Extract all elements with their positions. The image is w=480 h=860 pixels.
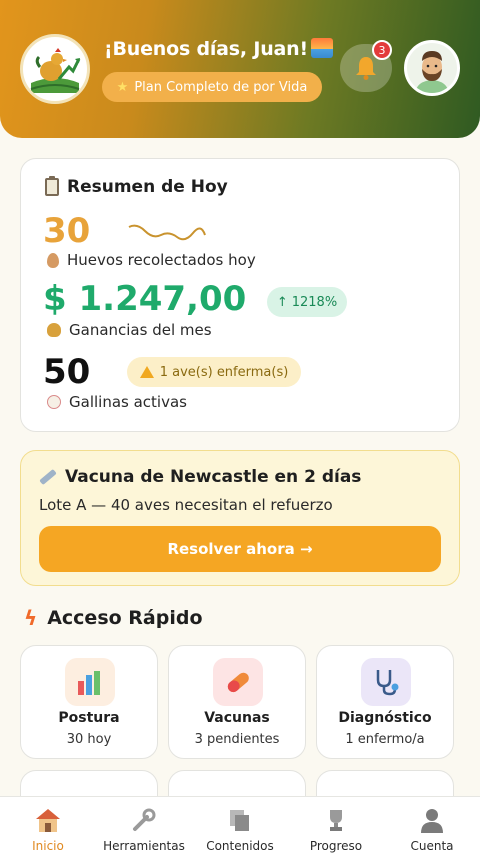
egg-icon (47, 252, 59, 268)
earnings-change: 1218% (291, 294, 338, 310)
greeting-text: ¡Buenos días, Juan! (104, 38, 308, 60)
arrow-up-icon: ↑ (276, 294, 288, 310)
vaccine-alert-card: Vacuna de Newcastle en 2 días Lote A — 4… (20, 450, 460, 586)
bar-chart-icon (65, 658, 115, 706)
summary-title: Resumen de Hoy (67, 177, 228, 197)
wrench-icon (130, 807, 158, 833)
hens-count: 50 (43, 352, 91, 392)
tile-sub: 30 hoy (66, 732, 112, 747)
star-icon: ★ (116, 79, 129, 95)
clipboard-icon (45, 176, 59, 196)
notification-count-badge: 3 (372, 40, 392, 60)
quick-access-title: Acceso Rápido (47, 607, 203, 629)
eggs-sparkline (128, 224, 206, 241)
farm-logo-icon (20, 34, 90, 104)
eggs-label: Huevos recolectados hoy (67, 251, 256, 269)
tile-label: Diagnóstico (338, 710, 432, 726)
nav-item-herramientas[interactable]: Herramientas (96, 797, 192, 860)
tile-diagnostico[interactable]: Diagnóstico 1 enfermo/a (316, 645, 454, 759)
nav-label: Progreso (309, 839, 363, 853)
warning-icon (139, 366, 154, 378)
resolve-now-button[interactable]: Resolver ahora → (39, 526, 441, 572)
trophy-icon (322, 807, 350, 833)
nav-item-inicio[interactable]: Inicio (0, 797, 96, 860)
lightning-icon: ϟ (24, 606, 38, 630)
nav-label: Inicio (32, 839, 64, 853)
documents-icon (226, 807, 254, 833)
tile-sub: 1 enfermo/a (345, 732, 425, 747)
person-icon (418, 807, 446, 833)
tile-postura[interactable]: Postura 30 hoy (20, 645, 158, 759)
sick-birds-badge[interactable]: 1 ave(s) enferma(s) (127, 357, 301, 387)
bottom-nav: Inicio Herramientas Contenidos Progreso … (0, 796, 480, 860)
tile-sub: 3 pendientes (194, 732, 280, 747)
eggs-count: 30 (43, 211, 91, 251)
earnings-change-badge: ↑ 1218% (267, 287, 347, 317)
nav-item-contenidos[interactable]: Contenidos (192, 797, 288, 860)
hens-label: Gallinas activas (69, 393, 187, 411)
summary-card: Resumen de Hoy 30 Huevos recolectados ho… (20, 158, 460, 432)
home-icon (34, 807, 62, 833)
earnings-label: Ganancias del mes (69, 321, 212, 339)
nav-label: Herramientas (103, 839, 185, 853)
nav-item-cuenta[interactable]: Cuenta (384, 797, 480, 860)
syringe-icon (39, 468, 57, 486)
nav-label: Contenidos (206, 839, 274, 853)
plan-badge[interactable]: ★ Plan Completo de por Vida (102, 72, 322, 102)
earnings-value: $ 1.247,00 (43, 279, 247, 319)
alert-title: Vacuna de Newcastle en 2 días (65, 467, 362, 487)
tile-vacunas[interactable]: Vacunas 3 pendientes (168, 645, 306, 759)
nav-item-progreso[interactable]: Progreso (288, 797, 384, 860)
money-bag-icon (47, 323, 61, 337)
sunrise-icon (311, 38, 333, 58)
tile-label: Vacunas (204, 710, 270, 726)
header: ¡Buenos días, Juan! ★ Plan Completo de p… (0, 0, 480, 138)
plan-label: Plan Completo de por Vida (134, 79, 308, 95)
user-avatar[interactable] (404, 40, 460, 96)
stethoscope-icon (361, 658, 411, 706)
sick-label: 1 ave(s) enferma(s) (159, 364, 289, 380)
alert-subtitle: Lote A — 40 aves necesitan el refuerzo (39, 496, 333, 514)
pill-icon (213, 658, 263, 706)
nav-label: Cuenta (410, 839, 454, 853)
bell-icon (356, 57, 376, 80)
hen-icon (47, 395, 61, 409)
tile-label: Postura (58, 710, 120, 726)
